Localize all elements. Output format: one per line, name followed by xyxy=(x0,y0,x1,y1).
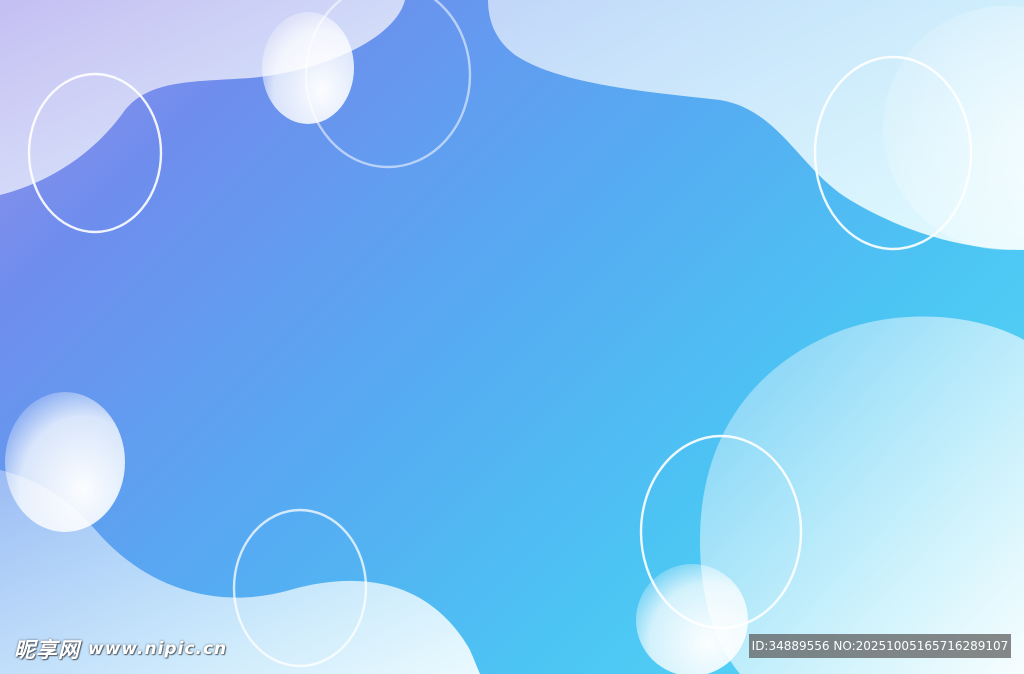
abstract-bubble-background xyxy=(0,0,1024,674)
watermark-brand: 昵享网 xyxy=(14,638,80,662)
blob-bottom-right xyxy=(700,316,1024,674)
watermark-id-text: ID:34889556 NO:20251005165716289107 xyxy=(751,639,1009,653)
background-canvas: 昵享网 www.nipic.cn ID:34889556 NO:20251005… xyxy=(0,0,1024,674)
sphere-top-center xyxy=(262,12,354,124)
watermark-site: www.nipic.cn xyxy=(88,639,228,659)
watermark-id-badge: ID:34889556 NO:20251005165716289107 xyxy=(749,634,1011,658)
watermark-logo: 昵享网 www.nipic.cn xyxy=(14,634,227,664)
sphere-left xyxy=(5,392,125,532)
